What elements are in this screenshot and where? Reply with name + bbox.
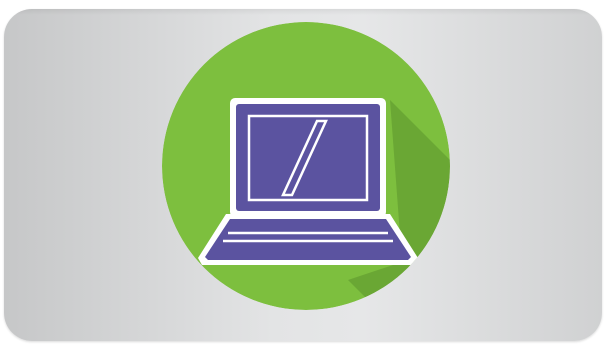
card-top-shade	[4, 9, 602, 15]
laptop-icon	[162, 22, 450, 310]
laptop-badge	[162, 22, 450, 310]
keyboard-base	[205, 219, 411, 260]
